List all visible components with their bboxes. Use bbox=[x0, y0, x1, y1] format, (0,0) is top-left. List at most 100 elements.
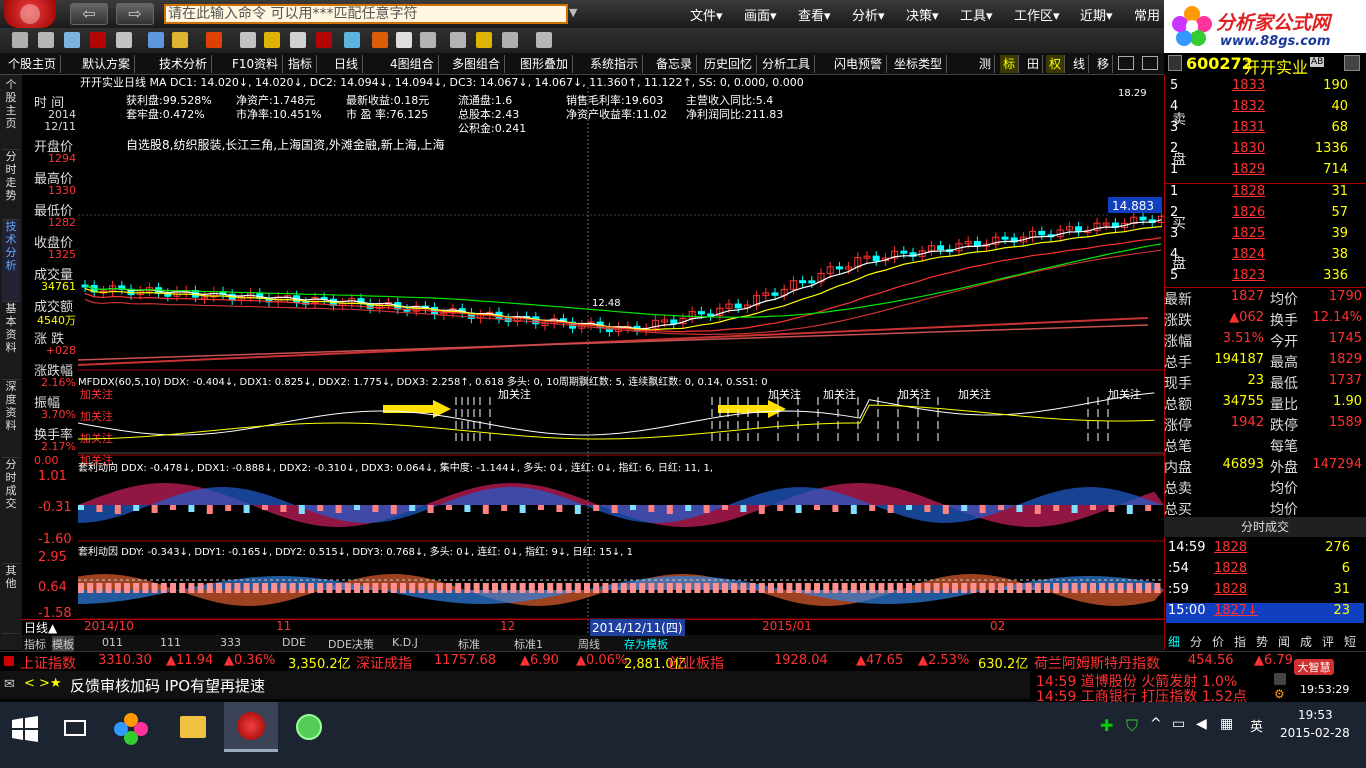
shield-icon[interactable]: ⛉ bbox=[1126, 716, 1138, 736]
sidebar-item-5[interactable]: 分时成交 bbox=[2, 458, 20, 564]
tab-14[interactable]: 坐标类型 bbox=[890, 55, 948, 73]
toolbar-icon-3[interactable] bbox=[90, 32, 106, 48]
ticker-0-0[interactable]: 上证指数 bbox=[20, 653, 76, 673]
keyboard-icon[interactable]: ▦ bbox=[1220, 716, 1233, 732]
indicator-tab-6[interactable]: DDE决策 bbox=[328, 636, 374, 652]
ticker-0-2[interactable]: ▲11.94 bbox=[166, 653, 213, 668]
ticker-0-1[interactable]: 3310.30 bbox=[98, 653, 152, 668]
command-input[interactable]: 请在此输入命令 可以用***匹配任意字符 bbox=[164, 4, 568, 24]
ticker-3-0[interactable]: 荷兰阿姆斯特丹指数 bbox=[1034, 653, 1160, 673]
right-tab-0[interactable]: 细 bbox=[1168, 633, 1180, 650]
ticker-2-3[interactable]: ▲2.53% bbox=[918, 653, 969, 668]
tick-price-0[interactable]: 1828 bbox=[1214, 540, 1247, 555]
indicator-tab-11[interactable]: 存为模板 bbox=[624, 636, 668, 652]
toolbar-icon-14[interactable] bbox=[396, 32, 412, 48]
ask-price-1[interactable]: 1832 bbox=[1232, 99, 1265, 120]
indicator-tab-0[interactable]: 指标 bbox=[24, 636, 46, 652]
ask-price-0[interactable]: 1833 bbox=[1232, 78, 1265, 99]
mail-icon[interactable]: ✉ bbox=[4, 677, 15, 692]
ticker-2-2[interactable]: ▲47.65 bbox=[856, 653, 903, 668]
news-headline[interactable]: 反馈审核加码 IPO有望再提速 bbox=[70, 675, 265, 696]
ticker-3-1[interactable]: 454.56 bbox=[1188, 653, 1234, 668]
taskbar-time[interactable]: 19:53 bbox=[1298, 708, 1333, 722]
tab-8[interactable]: 图形叠加 bbox=[516, 55, 574, 73]
ticker-2-1[interactable]: 1928.04 bbox=[774, 653, 828, 668]
ad-banner[interactable]: 分析家公式网 www.88gs.com bbox=[1164, 0, 1366, 56]
taskbar-date[interactable]: 2015-02-28 bbox=[1280, 726, 1350, 740]
sidebar-item-3[interactable]: 基本资料 bbox=[2, 302, 20, 380]
toolbar-icon-7[interactable] bbox=[206, 32, 222, 48]
right-tab-1[interactable]: 分 bbox=[1190, 633, 1202, 650]
bid-price-4[interactable]: 1823 bbox=[1232, 268, 1265, 289]
toolbar-icon-13[interactable] bbox=[372, 32, 388, 48]
sidebar-item-2[interactable]: 技术分析 bbox=[2, 220, 20, 302]
menu-look[interactable]: 查看▾ bbox=[798, 5, 831, 24]
indicator-tab-3[interactable]: 111 bbox=[160, 636, 181, 649]
toolbar-icon-16[interactable] bbox=[450, 32, 466, 48]
tab-9[interactable]: 系统指示 bbox=[586, 55, 644, 73]
toolbar-icon-5[interactable] bbox=[148, 32, 164, 48]
ask-price-4[interactable]: 1829 bbox=[1232, 162, 1265, 183]
tick-price-2[interactable]: 1828 bbox=[1214, 582, 1247, 597]
right-tab-6[interactable]: 成 bbox=[1300, 633, 1312, 650]
menu-decide[interactable]: 决策▾ bbox=[906, 5, 939, 24]
bid-price-3[interactable]: 1824 bbox=[1232, 247, 1265, 268]
tick-price-3[interactable]: 1827↓ bbox=[1214, 603, 1258, 618]
gear-icon[interactable]: ⚙ bbox=[1274, 687, 1285, 701]
indicator-tab-5[interactable]: DDE bbox=[282, 636, 306, 649]
right-tab-7[interactable]: 评 bbox=[1322, 633, 1334, 650]
tab-right-4[interactable]: 线 bbox=[1070, 55, 1090, 73]
menu-workspace[interactable]: 工作区▾ bbox=[1014, 5, 1060, 24]
ticker-1-1[interactable]: 11757.68 bbox=[434, 653, 496, 668]
ticker-1-3[interactable]: ▲0.06% bbox=[576, 653, 627, 668]
kline-chart[interactable]: 开开实业日线 MA DC1: 14.020↓, 14.020↓, DC2: 14… bbox=[78, 75, 1164, 635]
sidebar-item-0[interactable]: 个股主页 bbox=[2, 78, 20, 150]
play-icon[interactable] bbox=[1142, 56, 1158, 70]
tab-5[interactable]: 日线 bbox=[330, 55, 364, 73]
app-flower-icon[interactable] bbox=[114, 712, 148, 746]
toolbar-icon-10[interactable] bbox=[290, 32, 306, 48]
window-icon[interactable] bbox=[1118, 56, 1134, 70]
tab-right-3[interactable]: 权 bbox=[1046, 55, 1066, 73]
toolbar-icon-17[interactable] bbox=[476, 32, 492, 48]
tab-right-5[interactable]: 移 bbox=[1094, 55, 1114, 73]
toolbar-icon-1[interactable] bbox=[38, 32, 54, 48]
ticker-3-2[interactable]: ▲6.79 bbox=[1254, 653, 1293, 668]
indicator-tab-10[interactable]: 周线 bbox=[578, 636, 600, 652]
tab-12[interactable]: 分析工具 bbox=[758, 55, 816, 73]
toolbar-icon-12[interactable] bbox=[344, 32, 360, 48]
right-tab-4[interactable]: 势 bbox=[1256, 633, 1268, 650]
network-icon[interactable]: ▭ bbox=[1172, 716, 1185, 732]
close-icon[interactable] bbox=[1274, 673, 1286, 685]
bid-price-1[interactable]: 1826 bbox=[1232, 205, 1265, 226]
tab-0[interactable]: 个股主页 bbox=[4, 55, 62, 73]
ticker-0-4[interactable]: 3,350.2亿 bbox=[288, 653, 351, 672]
toolbar-icon-18[interactable] bbox=[502, 32, 518, 48]
tick-price-1[interactable]: 1828 bbox=[1214, 561, 1247, 576]
plus-icon[interactable]: ✚ bbox=[1100, 716, 1113, 735]
toolbar-icon-11[interactable] bbox=[316, 32, 332, 48]
back-button[interactable]: ⇦ bbox=[70, 3, 108, 25]
tab-3[interactable]: F10资料 bbox=[228, 55, 284, 73]
ask-price-2[interactable]: 1831 bbox=[1232, 120, 1265, 141]
toolbar-icon-2[interactable] bbox=[64, 32, 80, 48]
right-tab-5[interactable]: 闻 bbox=[1278, 633, 1290, 650]
tab-13[interactable]: 闪电预警 bbox=[830, 55, 888, 73]
taskbar-app-active[interactable] bbox=[224, 702, 278, 752]
chevron-down-icon[interactable]: ▼ bbox=[569, 6, 581, 19]
ticks-title[interactable]: 分时成交 bbox=[1164, 517, 1366, 537]
ticker-0-3[interactable]: ▲0.36% bbox=[224, 653, 275, 668]
menu-tools[interactable]: 工具▾ bbox=[960, 5, 993, 24]
tab-1[interactable]: 默认方案 bbox=[78, 55, 136, 73]
indicator-tab-4[interactable]: 333 bbox=[220, 636, 241, 649]
toolbar-icon-15[interactable] bbox=[420, 32, 436, 48]
right-tab-2[interactable]: 价 bbox=[1212, 633, 1224, 650]
expand-icon[interactable] bbox=[1168, 55, 1182, 71]
tab-6[interactable]: 4图组合 bbox=[386, 55, 439, 73]
indicator-tab-7[interactable]: K.D.J bbox=[392, 636, 418, 649]
indicator-tab-2[interactable]: 011 bbox=[102, 636, 123, 649]
toolbar-icon-4[interactable] bbox=[116, 32, 132, 48]
toolbar-icon-0[interactable] bbox=[12, 32, 28, 48]
task-view-icon[interactable] bbox=[64, 720, 86, 736]
menu-file[interactable]: 文件▾ bbox=[690, 5, 723, 24]
